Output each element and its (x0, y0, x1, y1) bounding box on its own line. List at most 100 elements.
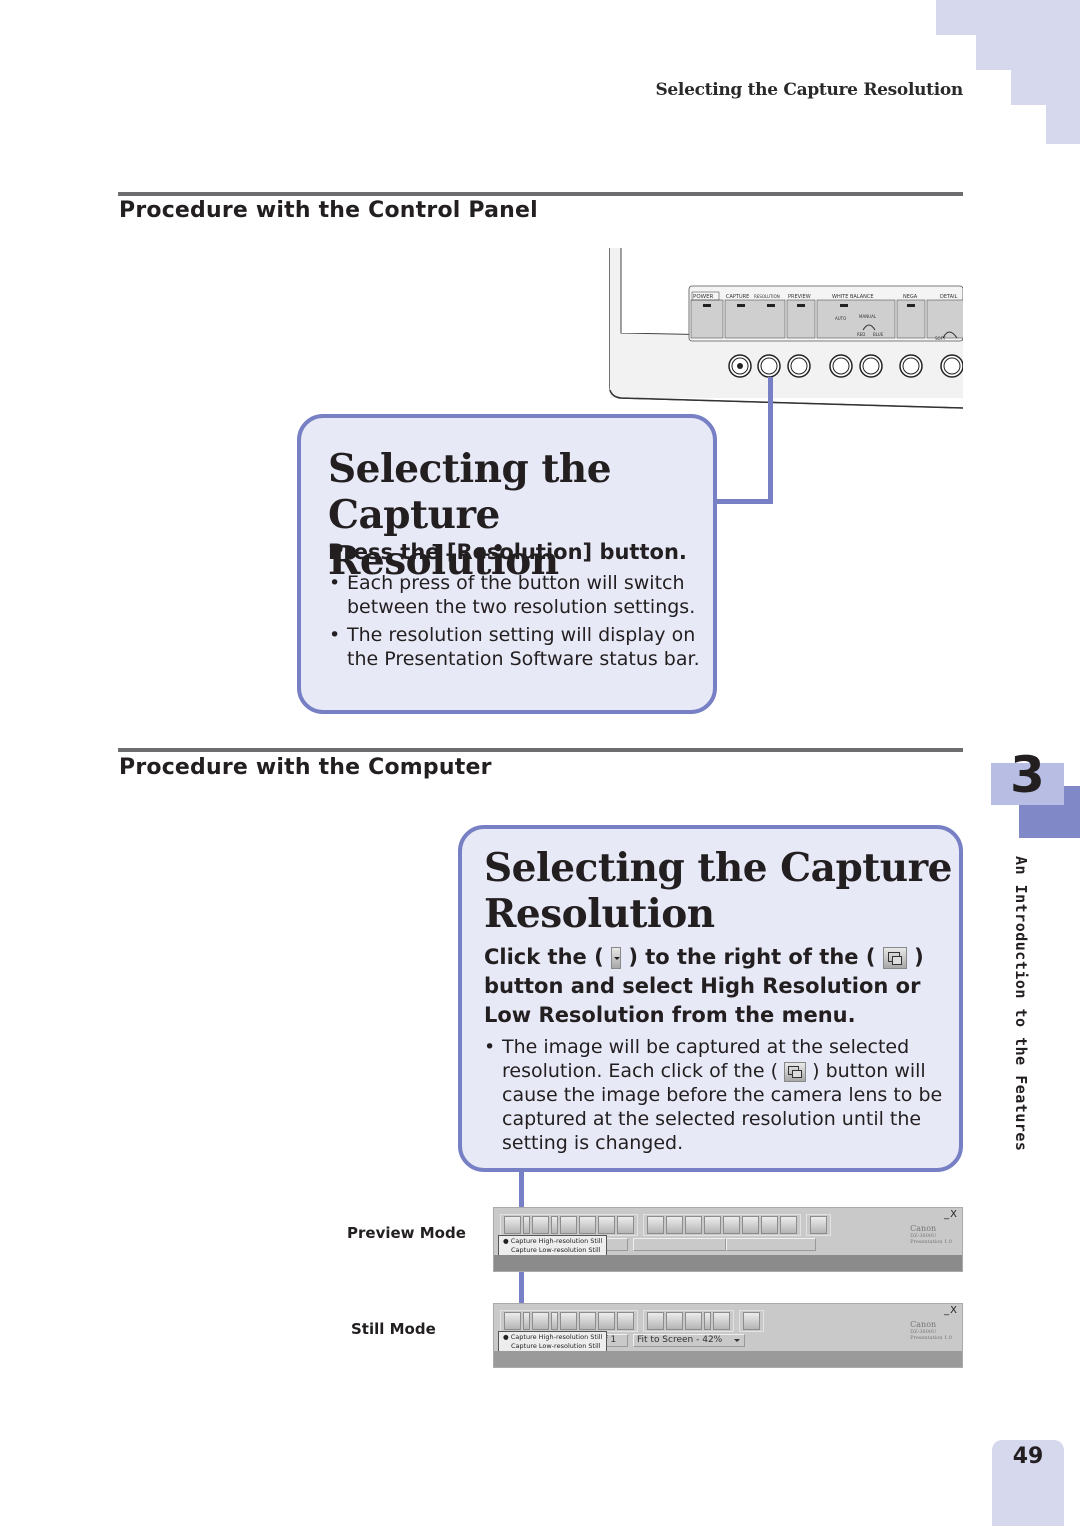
menu-item-label: Capture Low-resolution Still (511, 1342, 601, 1350)
instruction-text: Click the ( (484, 945, 604, 969)
svg-text:BLUE: BLUE (873, 332, 884, 337)
save-button[interactable] (560, 1312, 577, 1330)
section-rule (118, 748, 963, 752)
section-title-control-panel: Procedure with the Control Panel (119, 198, 538, 223)
instruction-text: ) (914, 945, 924, 969)
bullet-line: captured at the selected resolution unti… (502, 1108, 922, 1130)
connector-line (712, 499, 773, 504)
back-button[interactable] (579, 1216, 596, 1234)
capture-resolution-menu: ● Capture High-resolution Still Capture … (498, 1331, 608, 1353)
bullet-text: ) button will (812, 1060, 926, 1082)
bullet-text: resolution. Each click of the ( (502, 1060, 779, 1082)
brand-label: Canon DZ-3600U Presentation 1.0 (910, 1224, 952, 1245)
connector-line (768, 377, 773, 503)
menu-item-high-resolution[interactable]: ● Capture High-resolution Still (503, 1333, 602, 1342)
svg-text:CAPTURE: CAPTURE (726, 294, 749, 300)
copy-button[interactable] (617, 1216, 634, 1234)
rotate-button[interactable] (685, 1312, 702, 1330)
section-title-computer: Procedure with the Computer (119, 755, 492, 780)
preview-mode-label: Preview Mode (347, 1224, 466, 1242)
camera-settings-button[interactable] (532, 1216, 549, 1234)
toolbar-group (500, 1214, 638, 1236)
menu-item-label: Capture High-resolution Still (510, 1237, 603, 1245)
svg-text:RESOLUTION: RESOLUTION (754, 294, 780, 299)
svg-text:POWER: POWER (693, 294, 714, 300)
chevron-down-icon (734, 1339, 740, 1342)
svg-text:DETAIL: DETAIL (940, 294, 958, 300)
menu-item-label: Capture Low-resolution Still (511, 1246, 601, 1254)
light-button[interactable] (780, 1216, 797, 1234)
window-controls[interactable]: _X (944, 1305, 958, 1316)
computer-callout: Selecting the Capture Resolution Click t… (458, 825, 963, 1172)
status-field (726, 1238, 816, 1251)
callout-heading: Selecting the Capture Resolution (484, 845, 952, 937)
brightness-up-button[interactable] (704, 1216, 721, 1234)
capture-dropdown-button[interactable] (523, 1312, 530, 1330)
svg-text:RED: RED (857, 332, 865, 337)
help-button[interactable] (810, 1216, 827, 1234)
svg-text:PREVIEW: PREVIEW (788, 294, 811, 300)
software-name: Presentation 1.0 (910, 1239, 952, 1245)
callout-heading-line: Selecting the Capture (484, 845, 952, 891)
toolbar-group (739, 1310, 764, 1332)
instruction-line: button and select High Resolution or (484, 974, 921, 998)
camera-settings-dropdown-button[interactable] (551, 1216, 558, 1234)
capture-button[interactable] (504, 1216, 521, 1234)
callout-heading-line: Resolution (484, 891, 715, 937)
page-number-tab: 49 (992, 1440, 1064, 1526)
forward-button[interactable] (598, 1312, 615, 1330)
list-button[interactable] (666, 1216, 683, 1234)
back-button[interactable] (579, 1312, 596, 1330)
bullet-line: The image will be captured at the select… (502, 1036, 910, 1058)
window-controls[interactable]: _X (944, 1209, 958, 1220)
annotate-button[interactable] (713, 1312, 730, 1330)
toolbar-group (500, 1310, 638, 1332)
capture-button[interactable] (504, 1312, 521, 1330)
bullet-line: setting is changed. (502, 1132, 684, 1154)
help-button[interactable] (743, 1312, 760, 1330)
menu-item-low-resolution[interactable]: Capture Low-resolution Still (503, 1246, 602, 1255)
camera-settings-button[interactable] (532, 1312, 549, 1330)
zoom-out-button[interactable] (723, 1216, 740, 1234)
bullet-item: The resolution setting will display on t… (329, 623, 709, 671)
running-head: Selecting the Capture Resolution (655, 80, 963, 100)
save-button[interactable] (560, 1216, 577, 1234)
callout-bullets: The image will be captured at the select… (484, 1035, 954, 1155)
camera-settings-dropdown-button[interactable] (551, 1312, 558, 1330)
callout-heading-line: Selecting the (328, 446, 612, 492)
menu-item-high-resolution[interactable]: ● Capture High-resolution Still (503, 1237, 602, 1246)
menu-item-label: Capture High-resolution Still (510, 1333, 603, 1341)
zoom-dropdown[interactable]: Fit to Screen - 42% (633, 1334, 745, 1347)
capture-button-icon (882, 947, 907, 969)
zoom-dropdown-value: Fit to Screen - 42% (637, 1335, 723, 1345)
forward-button[interactable] (598, 1216, 615, 1234)
chapter-title: An Introduction to the Features (1012, 856, 1030, 1152)
svg-text:NEGA: NEGA (903, 294, 918, 300)
brand-label: Canon DZ-3600U Presentation 1.0 (910, 1320, 952, 1341)
view-button[interactable] (647, 1216, 664, 1234)
bullet-item: Each press of the button will switch bet… (329, 571, 709, 619)
capture-dropdown-button[interactable] (523, 1216, 530, 1234)
preview-area (494, 1255, 962, 1271)
capture-resolution-menu: ● Capture High-resolution Still Capture … (498, 1235, 608, 1257)
control-panel-illustration: POWER CAPTURE RESOLUTION PREVIEW WHITE B… (607, 248, 963, 410)
zoom-out-button[interactable] (647, 1312, 664, 1330)
brightness-down-button[interactable] (685, 1216, 702, 1234)
menu-item-low-resolution[interactable]: Capture Low-resolution Still (503, 1342, 602, 1351)
preview-mode-toolbar: lly) ● Capture High-resolution Still Cap… (493, 1207, 963, 1272)
zoom-in-button[interactable] (666, 1312, 683, 1330)
callout-bullets: Each press of the button will switch bet… (329, 571, 709, 671)
zoom-in-button[interactable] (742, 1216, 759, 1234)
svg-text:MANUAL: MANUAL (859, 314, 877, 319)
capture-button-icon (784, 1061, 807, 1082)
focus-button[interactable] (761, 1216, 778, 1234)
rotate-dropdown-button[interactable] (704, 1312, 711, 1330)
software-name: Presentation 1.0 (910, 1335, 952, 1341)
section-rule (118, 192, 963, 196)
copy-button[interactable] (617, 1312, 634, 1330)
svg-text:SOFT: SOFT (935, 336, 946, 341)
still-image-area (494, 1351, 962, 1367)
bullet-item: The image will be captured at the select… (484, 1035, 954, 1155)
toolbar-buttons (500, 1214, 834, 1236)
brand-name: Canon (910, 1224, 937, 1233)
